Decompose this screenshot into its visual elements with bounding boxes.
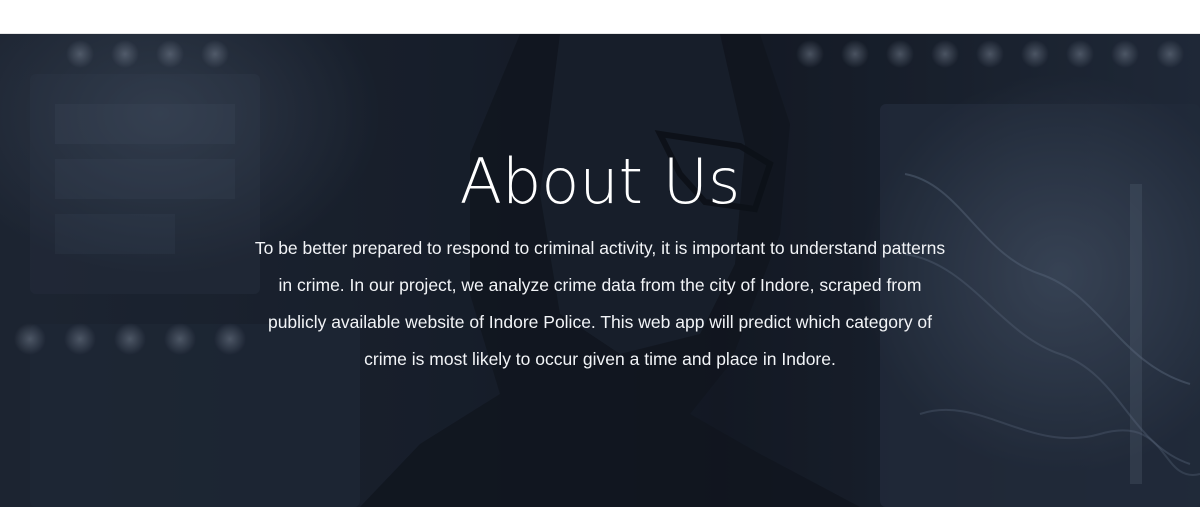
page-title: About Us <box>459 145 741 218</box>
about-hero-section: About Us To be better prepared to respon… <box>0 34 1200 507</box>
top-navigation-bar <box>0 0 1200 34</box>
about-description: To be better prepared to respond to crim… <box>254 238 946 369</box>
